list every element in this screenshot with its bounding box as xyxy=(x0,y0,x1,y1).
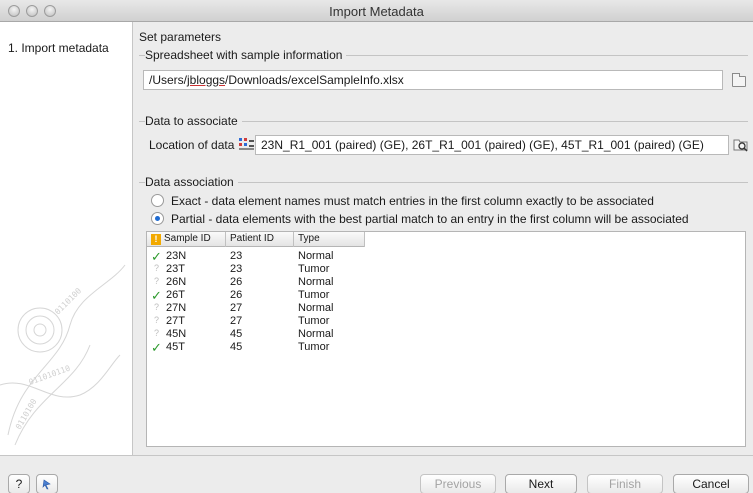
table-header: ! Sample ID Patient ID Type xyxy=(147,232,365,247)
spreadsheet-group-label: Spreadsheet with sample information xyxy=(145,48,347,62)
table-row[interactable]: ? 23T 23 Tumor xyxy=(147,263,745,276)
partial-option-label[interactable]: Partial - data elements with the best pa… xyxy=(171,212,689,226)
exact-option-label[interactable]: Exact - data element names must match en… xyxy=(171,194,654,208)
metadata-table[interactable]: ! Sample ID Patient ID Type ✓ 23N 23 Norm… xyxy=(146,231,746,447)
type-cell: Normal xyxy=(298,302,334,314)
table-row[interactable]: ? 45N 45 Normal xyxy=(147,328,745,341)
partial-radio[interactable] xyxy=(151,212,164,225)
column-header-patient-id[interactable]: Patient ID xyxy=(226,232,294,247)
patient-id-cell: 23 xyxy=(230,250,243,262)
previous-button[interactable]: Previous xyxy=(420,474,496,493)
table-row[interactable]: ✓ 26T 26 Tumor xyxy=(147,288,745,303)
question-icon: ? xyxy=(154,276,160,286)
folder-icon[interactable] xyxy=(732,73,746,87)
svg-text:0110100: 0110100 xyxy=(53,286,83,316)
wizard-steps-sidebar: 1. Import metadata 0110100 0110100 01101… xyxy=(0,22,133,455)
patient-id-cell: 26 xyxy=(230,276,243,288)
decorative-swirl-logo: 0110100 0110100 011010110 xyxy=(0,264,126,446)
type-cell: Normal xyxy=(298,328,334,340)
sequence-list-icon xyxy=(239,138,254,150)
location-of-data-field[interactable]: 23N_R1_001 (paired) (GE), 26T_R1_001 (pa… xyxy=(255,135,729,155)
sample-id-cell: 23T xyxy=(166,263,185,275)
sample-id-cell: 27T xyxy=(166,315,185,327)
svg-text:011010110: 011010110 xyxy=(28,364,72,387)
table-row[interactable]: ✓ 45T 45 Tumor xyxy=(147,340,745,355)
sample-id-cell: 23N xyxy=(166,250,187,262)
reset-button[interactable] xyxy=(36,474,58,493)
patient-id-cell: 27 xyxy=(230,302,243,314)
sample-id-cell: 26N xyxy=(166,276,187,288)
question-mark-icon: ? xyxy=(15,477,23,491)
exact-radio[interactable] xyxy=(151,194,164,207)
patient-id-cell: 26 xyxy=(230,289,243,301)
location-of-data-label: Location of data xyxy=(149,138,235,152)
page-heading: Set parameters xyxy=(139,30,222,44)
help-button[interactable]: ? xyxy=(8,474,30,493)
cancel-button[interactable]: Cancel xyxy=(673,474,749,493)
patient-id-cell: 45 xyxy=(230,328,243,340)
patient-id-cell: 45 xyxy=(230,341,243,353)
type-cell: Normal xyxy=(298,276,334,288)
type-cell: Tumor xyxy=(298,289,330,301)
table-row[interactable]: ? 26N 26 Normal xyxy=(147,276,745,289)
question-icon: ? xyxy=(154,263,160,273)
sample-id-cell: 26T xyxy=(166,289,185,301)
sample-id-cell: 45T xyxy=(166,341,185,353)
table-row[interactable]: ✓ 23N 23 Normal xyxy=(147,249,745,264)
sample-id-cell: 27N xyxy=(166,302,187,314)
column-header-sample-id[interactable]: ! Sample ID xyxy=(147,232,226,247)
table-row[interactable]: ? 27T 27 Tumor xyxy=(147,315,745,328)
warning-icon: ! xyxy=(151,234,161,245)
step-import-metadata[interactable]: 1. Import metadata xyxy=(8,41,109,55)
patient-id-cell: 27 xyxy=(230,315,243,327)
sample-id-cell: 45N xyxy=(166,328,187,340)
path-prefix: /Users/ xyxy=(149,73,188,87)
question-icon: ? xyxy=(154,315,160,325)
svg-text:0110100: 0110100 xyxy=(14,397,39,431)
browse-data-icon[interactable] xyxy=(733,137,749,152)
path-suffix: /Downloads/excelSampleInfo.xlsx xyxy=(225,73,404,87)
type-cell: Normal xyxy=(298,250,334,262)
finish-button[interactable]: Finish xyxy=(587,474,663,493)
column-header-type[interactable]: Type xyxy=(294,232,365,247)
question-icon: ? xyxy=(154,302,160,312)
data-association-label: Data association xyxy=(145,175,238,189)
main-panel: Set parameters Spreadsheet with sample i… xyxy=(134,22,753,455)
reset-icon xyxy=(42,479,51,490)
type-cell: Tumor xyxy=(298,263,330,275)
window-title: Import Metadata xyxy=(329,4,424,19)
data-to-associate-label: Data to associate xyxy=(145,114,242,128)
checkmark-icon: ✓ xyxy=(151,340,162,355)
next-button[interactable]: Next xyxy=(505,474,577,493)
type-cell: Tumor xyxy=(298,341,330,353)
table-row[interactable]: ? 27N 27 Normal xyxy=(147,302,745,315)
question-icon: ? xyxy=(154,328,160,338)
path-user: jbloggs xyxy=(187,73,226,87)
type-cell: Tumor xyxy=(298,315,330,327)
patient-id-cell: 23 xyxy=(230,263,243,275)
title-bar: Import Metadata xyxy=(0,0,753,22)
spreadsheet-path-field[interactable]: /Users/jbloggs/Downloads/excelSampleInfo… xyxy=(143,70,723,90)
